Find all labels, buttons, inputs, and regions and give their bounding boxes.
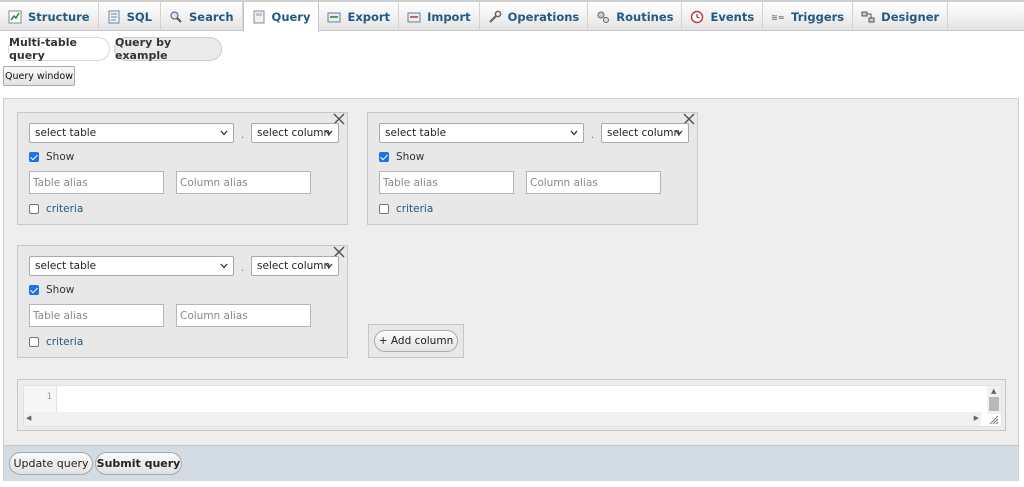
sql-editor[interactable]: 1 ◀ ▶ ▲ bbox=[23, 385, 1002, 427]
show-checkbox[interactable] bbox=[379, 152, 389, 162]
dot-separator: . bbox=[241, 130, 245, 141]
dot-separator: . bbox=[591, 130, 595, 141]
tab-routines-label: Routines bbox=[616, 9, 674, 24]
tab-search[interactable]: Search bbox=[161, 2, 243, 31]
query-icon bbox=[253, 10, 265, 24]
chevron-down-icon bbox=[675, 130, 683, 136]
wrench-icon bbox=[488, 10, 501, 23]
submit-query-button[interactable]: Submit query bbox=[95, 452, 182, 475]
tab-routines[interactable]: Routines bbox=[588, 2, 683, 31]
clock-icon bbox=[691, 10, 704, 23]
column-alias-input[interactable]: Column alias bbox=[526, 171, 661, 194]
table-select-value: select table bbox=[35, 260, 97, 272]
criteria-label[interactable]: criteria bbox=[396, 203, 433, 215]
tab-import-label: Import bbox=[427, 9, 471, 24]
resize-handle-icon[interactable] bbox=[988, 414, 999, 425]
column-box: select table . select column Show Table … bbox=[17, 245, 348, 358]
table-alias-input[interactable]: Table alias bbox=[379, 171, 514, 194]
vertical-scrollbar[interactable]: ▲ bbox=[987, 386, 1001, 414]
tab-sql-label: SQL bbox=[126, 9, 153, 24]
scroll-right-icon[interactable]: ▶ bbox=[974, 414, 979, 422]
import-icon bbox=[407, 12, 421, 22]
sql-icon bbox=[108, 10, 120, 23]
show-label: Show bbox=[396, 151, 425, 163]
tab-triggers[interactable]: ≋≈ Triggers bbox=[763, 2, 854, 31]
scrollbar-thumb[interactable] bbox=[989, 397, 999, 411]
tab-events-label: Events bbox=[710, 9, 755, 24]
line-number: 1 bbox=[46, 392, 52, 402]
chevron-down-icon bbox=[570, 130, 578, 136]
tab-import[interactable]: Import bbox=[399, 2, 480, 31]
query-builder-panel: select table . select column Show Table … bbox=[3, 98, 1019, 481]
add-column-button[interactable]: + Add column bbox=[374, 330, 458, 352]
table-select[interactable]: select table bbox=[379, 123, 584, 143]
criteria-checkbox[interactable] bbox=[379, 204, 389, 214]
update-query-button[interactable]: Update query bbox=[9, 452, 93, 475]
column-box: select table . select column Show Table … bbox=[17, 112, 348, 225]
criteria-checkbox[interactable] bbox=[29, 204, 39, 214]
add-column-box: + Add column bbox=[368, 324, 464, 358]
tab-sql[interactable]: SQL bbox=[99, 2, 162, 31]
show-checkbox[interactable] bbox=[29, 285, 39, 295]
column-select[interactable]: select column bbox=[251, 256, 339, 276]
table-alias-input[interactable]: Table alias bbox=[29, 304, 164, 327]
structure-icon bbox=[8, 10, 22, 23]
tab-triggers-label: Triggers bbox=[791, 9, 845, 24]
table-select-value: select table bbox=[385, 127, 447, 139]
column-alias-input[interactable]: Column alias bbox=[176, 304, 311, 327]
column-select[interactable]: select column bbox=[251, 123, 339, 143]
criteria-label[interactable]: criteria bbox=[46, 203, 83, 215]
tab-structure[interactable]: Structure bbox=[0, 2, 99, 31]
chevron-down-icon bbox=[220, 130, 228, 136]
table-select[interactable]: select table bbox=[29, 256, 234, 276]
table-select-value: select table bbox=[35, 127, 97, 139]
tab-query-by-example[interactable]: Query by example bbox=[114, 36, 222, 62]
criteria-label[interactable]: criteria bbox=[46, 336, 83, 348]
tab-export[interactable]: Export bbox=[319, 2, 400, 31]
column-select-value: select column bbox=[607, 127, 681, 139]
scroll-up-icon[interactable]: ▲ bbox=[991, 387, 996, 395]
svg-text:≋≈: ≋≈ bbox=[771, 13, 784, 22]
show-label: Show bbox=[46, 151, 75, 163]
query-window-button[interactable]: Query window bbox=[3, 66, 75, 86]
column-alias-input[interactable]: Column alias bbox=[176, 171, 311, 194]
sql-editor-wrapper: 1 ◀ ▶ ▲ bbox=[17, 379, 1006, 431]
routines-icon bbox=[597, 11, 610, 23]
column-box: select table . select column Show Table … bbox=[367, 112, 698, 225]
tab-query[interactable]: Query bbox=[242, 2, 320, 32]
dot-separator: . bbox=[241, 263, 245, 274]
table-select[interactable]: select table bbox=[29, 123, 234, 143]
triggers-icon: ≋≈ bbox=[771, 13, 784, 22]
search-icon bbox=[170, 11, 182, 23]
tab-events[interactable]: Events bbox=[682, 2, 764, 31]
scroll-left-icon[interactable]: ◀ bbox=[26, 414, 31, 422]
column-select[interactable]: select column bbox=[601, 123, 689, 143]
show-label: Show bbox=[46, 284, 75, 296]
tab-export-label: Export bbox=[347, 9, 391, 24]
column-select-value: select column bbox=[257, 127, 331, 139]
horizontal-scrollbar[interactable]: ◀ ▶ bbox=[24, 412, 981, 426]
column-select-value: select column bbox=[257, 260, 331, 272]
table-alias-input[interactable]: Table alias bbox=[29, 171, 164, 194]
chevron-down-icon bbox=[220, 263, 228, 269]
tab-operations[interactable]: Operations bbox=[480, 2, 589, 31]
tab-designer[interactable]: Designer bbox=[853, 2, 949, 31]
tab-search-label: Search bbox=[189, 9, 234, 24]
criteria-checkbox[interactable] bbox=[29, 337, 39, 347]
chevron-down-icon bbox=[325, 130, 333, 136]
tab-operations-label: Operations bbox=[507, 9, 580, 24]
tab-multi-table-query[interactable]: Multi-table query bbox=[8, 36, 110, 62]
export-icon bbox=[327, 12, 341, 22]
chevron-down-icon bbox=[325, 263, 333, 269]
query-footer: Update query Submit query bbox=[4, 445, 1018, 481]
tab-query-label: Query bbox=[271, 10, 311, 24]
tab-designer-label: Designer bbox=[881, 9, 940, 24]
show-checkbox[interactable] bbox=[29, 152, 39, 162]
designer-icon bbox=[861, 11, 875, 22]
line-gutter: 1 bbox=[24, 386, 57, 414]
top-tab-bar: Structure SQL Search Query Export Import… bbox=[0, 0, 1024, 32]
tab-structure-label: Structure bbox=[28, 9, 90, 24]
